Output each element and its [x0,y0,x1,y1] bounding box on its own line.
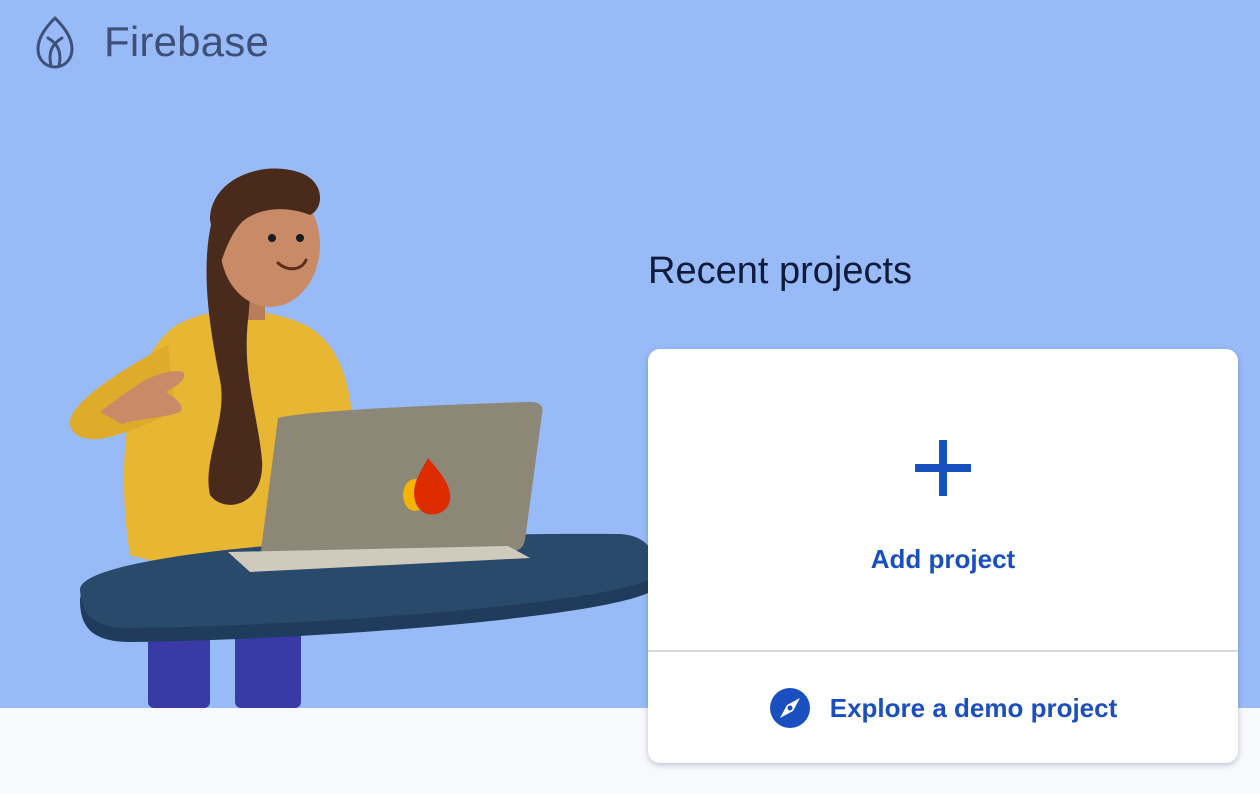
compass-icon [769,687,810,728]
explore-demo-project-button[interactable]: Explore a demo project [648,652,1238,763]
firebase-flame-icon [36,16,74,69]
firebase-logo[interactable]: Firebase [32,14,269,70]
explore-demo-project-label: Explore a demo project [829,692,1118,723]
add-project-label: Add project [870,544,1016,574]
app-name: Firebase [104,18,270,65]
plus-icon [915,440,971,496]
person-with-laptop-illustration [69,168,658,708]
add-project-button[interactable]: Add project [648,349,1238,650]
recent-projects-title: Recent projects [648,250,913,292]
projects-card: Add project Explore a demo project [648,349,1238,763]
